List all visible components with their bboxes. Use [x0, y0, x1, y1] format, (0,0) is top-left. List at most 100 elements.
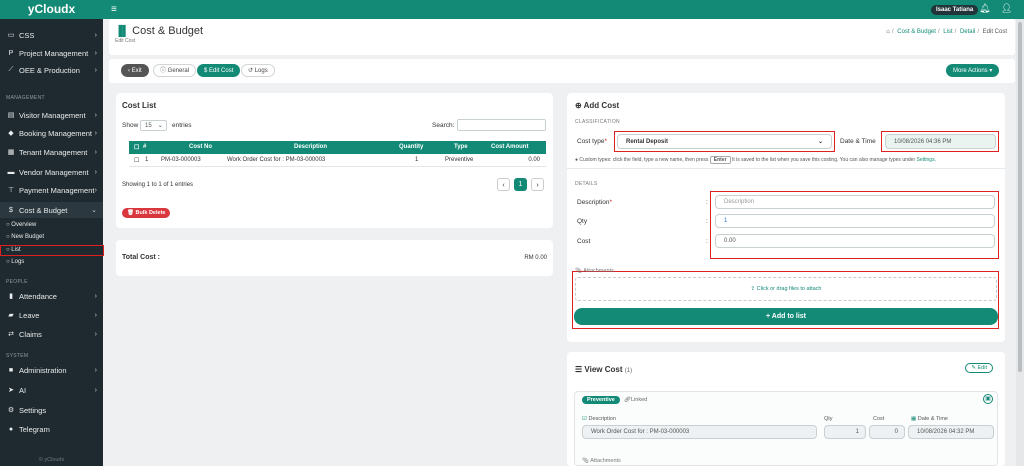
breadcrumb-item[interactable]: List	[943, 29, 952, 35]
next-page-button[interactable]: ›	[531, 178, 544, 191]
settings-link[interactable]: Settings.	[917, 157, 936, 163]
cell-num: 1	[145, 157, 149, 163]
sidebar-item-claims[interactable]: ⇄ Claims ›	[0, 326, 103, 342]
list-icon: ☰	[575, 365, 583, 374]
description-input[interactable]: Description	[715, 195, 995, 209]
cost-type-value: Rental Deposit	[626, 138, 669, 145]
view-attachments-label: 📎︎ Attachments	[582, 458, 621, 464]
add-to-list-button[interactable]: + Add to list	[574, 308, 998, 325]
sidebar-item-booking-management[interactable]: ◆ Booking Management ›	[0, 125, 103, 141]
colon-sep: :	[706, 238, 708, 245]
cost-input[interactable]: 0.00	[715, 234, 995, 248]
edit-button[interactable]: ✎ Edit	[965, 363, 993, 373]
file-drop-zone[interactable]: ⇪ Click or drag files to attach	[575, 277, 997, 301]
entries-value: 15	[145, 122, 152, 129]
cost-col-label: Cost	[873, 416, 885, 422]
tab-logs[interactable]: ↺ Logs	[241, 64, 275, 77]
sidebar-subitem-label: Overview	[11, 222, 37, 228]
exit-label: Exit	[131, 68, 142, 74]
sidebar-item-leave[interactable]: ▰ Leave ›	[0, 307, 103, 323]
sidebar-item-oee-production[interactable]: ⟋ OEE & Production ›	[0, 62, 103, 78]
description-label-text: Description	[577, 199, 610, 206]
bulk-delete-button[interactable]: 🗑︎ Bulk Delete	[122, 208, 171, 218]
drop-zone-text: Click or drag files to attach	[756, 286, 822, 292]
sidebar-subitem-logs[interactable]: ○ Logs	[6, 259, 24, 265]
brand-logo[interactable]: yCloudx	[0, 0, 103, 19]
paperclip-icon: 📎︎	[575, 268, 584, 274]
chevron-right-icon: ›	[94, 148, 97, 156]
hamburger-icon[interactable]: ≡	[111, 4, 117, 15]
sidebar-item-tenant-management[interactable]: ▦ Tenant Management ›	[0, 144, 103, 160]
user-icon[interactable]: 👤︎	[1001, 3, 1012, 14]
user-badge[interactable]: Isaac Tatiana	[931, 5, 979, 15]
col-header-description[interactable]: Description	[294, 144, 327, 150]
prev-page-button[interactable]: ‹	[497, 178, 510, 191]
sidebar-subitem-overview[interactable]: ○ Overview	[6, 222, 36, 228]
more-actions-button[interactable]: More Actions ▾	[946, 64, 1000, 77]
claims-icon: ⇄	[8, 331, 14, 338]
section-system: SYSTEM	[6, 353, 29, 359]
tab-edit-cost[interactable]: $ Edit Cost	[197, 64, 241, 77]
home-icon[interactable]: ⌂	[886, 29, 890, 35]
col-header-cost-no[interactable]: Cost No	[189, 144, 212, 150]
sidebar-item-label: Tenant Management	[19, 147, 88, 157]
plus-circle-icon: ⊕	[575, 101, 582, 110]
view-cost-count: (1)	[624, 368, 633, 374]
table-row[interactable]: ☐ 1 PM-03-000003 Work Order Cost for : P…	[129, 154, 546, 167]
sidebar-item-telegram[interactable]: ● Telegram	[0, 421, 103, 437]
desc-col-label-text: Description	[588, 416, 616, 422]
table-info: Showing 1 to 1 of 1 entries	[122, 182, 194, 188]
sidebar-item-visitor-management[interactable]: ▤ Visitor Management ›	[0, 107, 103, 123]
chevron-right-icon: ›	[94, 31, 97, 39]
scrollbar-thumb[interactable]	[1018, 22, 1022, 372]
save-icon[interactable]: ▣	[983, 394, 993, 404]
breadcrumb-item[interactable]: Detail	[960, 29, 975, 35]
sidebar-item-label: CSS	[19, 30, 35, 40]
sidebar-subitem-list[interactable]: ○ List	[0, 245, 104, 256]
chevron-right-icon: ›	[94, 186, 97, 194]
dollar-icon: $	[9, 206, 13, 214]
row-checkbox[interactable]: ☐	[134, 157, 139, 164]
sidebar-item-cost-budget[interactable]: $ Cost & Budget ⌄	[0, 202, 103, 218]
add-cost-title: ⊕ Add Cost	[575, 101, 619, 110]
cost-type-select[interactable]: Rental Deposit ⌄	[617, 134, 832, 149]
sidebar-item-label: Claims	[19, 329, 42, 339]
breadcrumb-item[interactable]: Cost & Budget	[897, 29, 936, 35]
entries-select[interactable]: 15 ⌄	[140, 120, 167, 131]
page-1-button[interactable]: 1	[514, 178, 527, 191]
hint-text-2: It is saved to the list when you save th…	[731, 157, 916, 163]
qty-input[interactable]: 1	[715, 214, 995, 228]
chevron-right-icon: ›	[94, 66, 97, 74]
sidebar-item-payment-management[interactable]: ⊤ Payment Management ›	[0, 182, 103, 198]
sidebar-item-vendor-management[interactable]: ▬ Vendor Management ›	[0, 164, 103, 180]
search-input[interactable]	[457, 119, 546, 131]
col-header-cost-amount[interactable]: Cost Amount	[491, 144, 528, 150]
bulk-delete-label: Bulk Delete	[135, 210, 166, 216]
tab-general[interactable]: ⓘ General	[153, 64, 197, 77]
clipboard-icon: ▮	[9, 293, 13, 300]
sidebar-item-settings[interactable]: ⚙ Settings	[0, 402, 103, 418]
datetime-field[interactable]: 10/08/2026 04:36 PM	[885, 134, 996, 149]
select-all-checkbox[interactable]: ☐	[134, 144, 139, 151]
col-header-num[interactable]: #	[143, 144, 146, 150]
sidebar-item-administration[interactable]: ■ Administration ›	[0, 362, 103, 378]
col-header-quantity[interactable]: Quantity	[399, 144, 423, 150]
sidebar-item-ai[interactable]: ➤ AI ›	[0, 382, 103, 398]
exit-button[interactable]: ‹ Exit	[121, 64, 149, 77]
bar-chart-icon: ▐▌	[115, 25, 130, 37]
sidebar-item-attendance[interactable]: ▮ Attendance ›	[0, 288, 103, 304]
sidebar-item-css[interactable]: ▭ CSS ›	[0, 27, 103, 43]
add-to-list-label: Add to list	[771, 313, 806, 320]
edit-label: Edit	[977, 365, 987, 371]
bell-icon[interactable]: 🔔︎	[979, 3, 990, 14]
tab-label: Logs	[254, 68, 268, 74]
sidebar-item-label: Payment Management	[19, 185, 95, 195]
entries-label: entries	[172, 122, 192, 129]
sidebar-item-project-management[interactable]: P Project Management ›	[0, 45, 103, 61]
chevron-right-icon: ›	[94, 311, 97, 319]
sidebar-subitem-label: New Budget	[11, 234, 44, 240]
chevron-right-icon: ›	[94, 292, 97, 300]
cell-description: Work Order Cost for : PM-03-000003	[227, 157, 326, 163]
sidebar-subitem-new-budget[interactable]: ○ New Budget	[6, 234, 44, 240]
col-header-type[interactable]: Type	[454, 144, 468, 150]
